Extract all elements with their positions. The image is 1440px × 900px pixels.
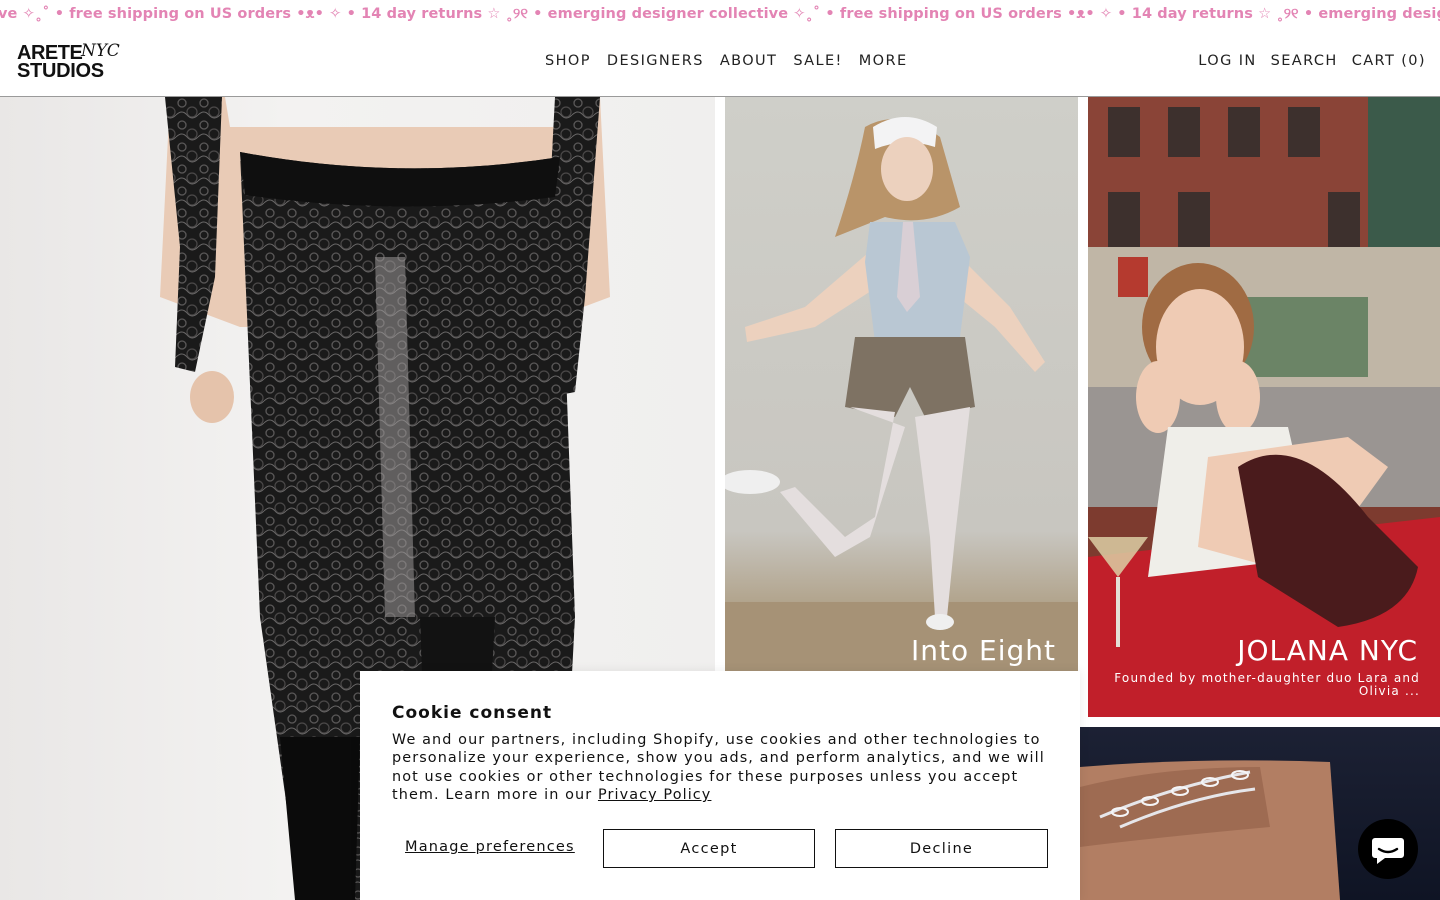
nav-shop[interactable]: SHOP xyxy=(545,53,591,69)
logo-script: NYC xyxy=(81,41,120,61)
login-link[interactable]: LOG IN xyxy=(1198,53,1256,69)
chat-launcher-button[interactable] xyxy=(1358,819,1418,879)
logo-line-2: STUDIOS xyxy=(17,60,104,82)
cookie-consent-dialog: Cookie consent We and our partners, incl… xyxy=(360,671,1080,900)
featured-image-into-eight[interactable]: Into Eight xyxy=(725,97,1078,717)
main-nav: SHOP DESIGNERS ABOUT SALE! MORE xyxy=(545,53,908,69)
decline-cookies-button[interactable]: Decline xyxy=(835,829,1048,868)
cookie-title: Cookie consent xyxy=(392,703,553,723)
cookie-body: We and our partners, including Shopify, … xyxy=(392,731,1052,805)
manage-preferences-button[interactable]: Manage preferences xyxy=(405,839,575,855)
featured-image-jolana-nyc[interactable]: JOLANA NYC Founded by mother-daughter du… xyxy=(1088,97,1440,717)
nav-designers[interactable]: DESIGNERS xyxy=(607,53,704,69)
announcement-bar: ve ✧˳˚ • free shipping on US orders •ᴥ• … xyxy=(0,0,1440,28)
chat-bubble-icon xyxy=(1372,838,1404,864)
jolana-nyc-title: JOLANA NYC xyxy=(1237,634,1418,667)
into-eight-illustration xyxy=(725,117,1078,717)
search-link[interactable]: SEARCH xyxy=(1271,53,1338,69)
jolana-nyc-subtitle: Founded by mother-daughter duo Lara and … xyxy=(1114,671,1420,698)
nav-sale[interactable]: SALE! xyxy=(793,53,842,69)
header-actions: LOG IN SEARCH CART (0) xyxy=(1198,53,1426,69)
brand-logo[interactable]: ARETE NYC STUDIOS xyxy=(17,41,127,85)
announcement-text: ve ✧˳˚ • free shipping on US orders •ᴥ• … xyxy=(0,6,1440,22)
into-eight-title: Into Eight xyxy=(911,634,1056,667)
cart-link[interactable]: CART (0) xyxy=(1352,53,1426,69)
nav-more[interactable]: MORE xyxy=(859,53,908,69)
privacy-policy-link[interactable]: Privacy Policy xyxy=(598,787,711,803)
nav-about[interactable]: ABOUT xyxy=(720,53,778,69)
jolana-nyc-illustration xyxy=(1088,97,1440,717)
cookie-body-text: We and our partners, including Shopify, … xyxy=(392,732,1045,804)
accept-cookies-button[interactable]: Accept xyxy=(603,829,815,868)
site-header: ARETE NYC STUDIOS SHOP DESIGNERS ABOUT S… xyxy=(0,28,1440,97)
